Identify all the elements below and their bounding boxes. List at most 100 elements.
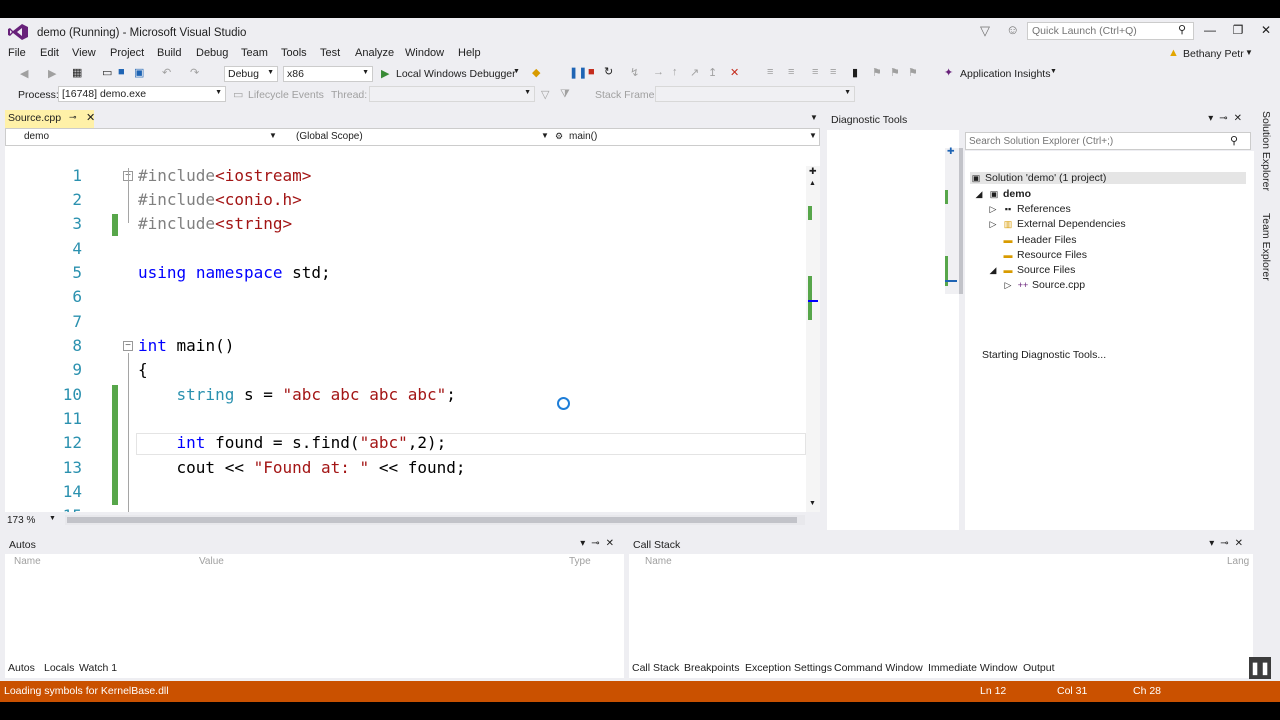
run-to-cursor-icon[interactable]: ↥ <box>708 66 717 79</box>
process-select[interactable]: [16748] demo.exe ▼ <box>58 86 226 102</box>
show-next-statement-icon[interactable]: ↯ <box>630 66 639 79</box>
navigate-back-icon[interactable]: ◀ <box>20 67 28 80</box>
chevron-down-icon[interactable]: ▼ <box>541 131 549 140</box>
expanded-arrow-icon[interactable]: ◢ <box>973 189 985 200</box>
play-icon[interactable]: ▶ <box>381 67 389 80</box>
tab-command-window[interactable]: Command Window <box>834 662 923 674</box>
zoom-level[interactable]: 173 % <box>7 515 35 526</box>
menu-project[interactable]: Project <box>110 47 144 59</box>
scroll-down-icon[interactable]: ▼ <box>809 500 816 507</box>
menu-window[interactable]: Window <box>405 47 444 59</box>
menu-file[interactable]: File <box>8 47 26 59</box>
stop-icon[interactable]: ■ <box>588 66 595 78</box>
tree-item-resource-files[interactable]: ▬ Resource Files <box>1002 249 1088 261</box>
save-icon[interactable]: ■ <box>118 66 125 78</box>
search-icon[interactable]: ⚲ <box>1230 134 1238 147</box>
pane-controls[interactable]: ▾⊸✕ <box>1209 538 1249 549</box>
browse-icon[interactable]: ◆ <box>532 66 540 79</box>
notifications-filter-icon[interactable]: ▽ <box>980 23 990 39</box>
pane-controls[interactable]: ▾⊸✕ <box>1208 113 1248 124</box>
start-debugger-button[interactable]: Local Windows Debugger <box>396 68 516 80</box>
column-header-name[interactable]: Name <box>645 556 672 567</box>
collapse-region-toggle[interactable]: − <box>123 341 133 351</box>
comment-icon[interactable]: ≡ <box>767 66 773 78</box>
tab-immediate-window[interactable]: Immediate Window <box>928 662 1017 674</box>
tab-locals[interactable]: Locals <box>44 662 74 674</box>
tree-item-project-demo[interactable]: ◢ ▣ demo <box>973 188 1031 200</box>
chevron-down-icon[interactable]: ▼ <box>809 131 817 140</box>
column-header-type[interactable]: Type <box>569 556 591 567</box>
tab-source-cpp[interactable]: Source.cpp ⊸ ✕ <box>5 110 95 128</box>
pane-controls[interactable]: ▾⊸✕ <box>580 538 620 549</box>
tab-autos[interactable]: Autos <box>5 660 38 676</box>
tab-breakpoints[interactable]: Breakpoints <box>684 662 739 674</box>
chevron-down-icon[interactable]: ▼ <box>513 68 520 75</box>
step-into-icon[interactable]: → <box>653 66 664 78</box>
application-insights-button[interactable]: Application Insights <box>960 68 1050 80</box>
collapsed-arrow-icon[interactable]: ▷ <box>987 204 999 215</box>
menu-view[interactable]: View <box>72 47 96 59</box>
application-insights-icon[interactable]: ✦ <box>944 66 953 79</box>
outdent-icon[interactable]: ≡ <box>812 66 818 78</box>
tree-item-solution[interactable]: ▣ Solution 'demo' (1 project) <box>970 172 1246 184</box>
code-editor[interactable]: 1 2 3 4 5 6 7 8 9 10 11 12 13 14 15 − − … <box>5 146 820 512</box>
tab-solution-explorer[interactable]: Solution Explorer <box>1260 111 1272 191</box>
next-bookmark-icon[interactable]: ⚑ <box>890 66 900 79</box>
member-dropdown[interactable]: main() <box>569 131 597 142</box>
chevron-down-icon[interactable]: ▼ <box>1050 68 1057 75</box>
tab-team-explorer[interactable]: Team Explorer <box>1260 213 1272 281</box>
indent-icon[interactable]: ≡ <box>830 66 836 78</box>
clear-bookmarks-icon[interactable]: ⚑ <box>908 66 918 79</box>
scrollbar-thumb[interactable] <box>959 148 963 294</box>
tree-item-source-cpp[interactable]: ▷ ++ Source.cpp <box>1002 279 1086 291</box>
lifecycle-events-button[interactable]: Lifecycle Events <box>248 89 324 101</box>
solution-configuration-select[interactable]: Debug ▼ <box>224 66 278 82</box>
undo-icon[interactable]: ↶ <box>162 66 171 79</box>
navigate-forward-icon[interactable]: ▶ <box>48 67 56 80</box>
prev-bookmark-icon[interactable]: ⚑ <box>872 66 882 79</box>
open-file-icon[interactable]: ▭ <box>102 66 112 79</box>
tab-watch-1[interactable]: Watch 1 <box>79 662 117 674</box>
scope-dropdown[interactable]: (Global Scope) <box>296 131 363 142</box>
show-flagged-threads-icon[interactable]: ⧩ <box>560 88 570 101</box>
split-icon[interactable]: ✚ <box>809 166 817 177</box>
scroll-up-icon[interactable]: ▲ <box>809 180 816 187</box>
menu-help[interactable]: Help <box>458 47 481 59</box>
quick-launch-input[interactable] <box>1027 22 1194 40</box>
menu-analyze[interactable]: Analyze <box>355 47 394 59</box>
new-project-icon[interactable]: ▦ <box>72 66 82 79</box>
menu-test[interactable]: Test <box>320 47 340 59</box>
chevron-down-icon[interactable]: ▼ <box>1245 48 1253 57</box>
feedback-icon[interactable]: ☺ <box>1006 22 1019 37</box>
bookmark-icon[interactable]: ▮ <box>852 66 858 79</box>
video-pause-icon[interactable]: ❚❚ <box>1249 657 1271 679</box>
tree-item-source-files[interactable]: ◢ ▬ Source Files <box>987 264 1076 276</box>
chevron-down-icon[interactable]: ▼ <box>269 131 277 140</box>
solution-platform-select[interactable]: x86 ▼ <box>283 66 373 82</box>
column-header-name[interactable]: Name <box>14 556 41 567</box>
collapsed-arrow-icon[interactable]: ▷ <box>987 219 999 230</box>
menu-debug[interactable]: Debug <box>196 47 228 59</box>
collapsed-arrow-icon[interactable]: ▷ <box>1002 280 1014 291</box>
tree-item-references[interactable]: ▷ ▪▪ References <box>987 203 1071 215</box>
close-window-button[interactable]: ✕ <box>1256 23 1276 37</box>
tab-output[interactable]: Output <box>1023 662 1055 674</box>
solution-explorer-search-input[interactable] <box>965 132 1251 150</box>
restore-button[interactable]: ❐ <box>1228 23 1248 37</box>
menu-build[interactable]: Build <box>157 47 181 59</box>
expand-icon[interactable]: ✚ <box>947 146 955 157</box>
expanded-arrow-icon[interactable]: ◢ <box>987 265 999 276</box>
tab-exception-settings[interactable]: Exception Settings <box>745 662 832 674</box>
stack-frame-select[interactable]: ▼ <box>655 86 855 102</box>
tree-item-header-files[interactable]: ▬ Header Files <box>1002 234 1077 246</box>
pause-icon[interactable]: ❚❚ <box>569 66 587 79</box>
column-header-language[interactable]: Lang <box>1227 556 1249 567</box>
search-icon[interactable]: ⚲ <box>1178 23 1186 36</box>
thread-select[interactable]: ▼ <box>369 86 535 102</box>
menu-tools[interactable]: Tools <box>281 47 307 59</box>
menu-edit[interactable]: Edit <box>40 47 59 59</box>
scrollbar-thumb[interactable] <box>67 517 797 523</box>
breakpoints-icon[interactable]: ✕ <box>730 66 739 79</box>
step-over-icon[interactable]: ↑ <box>672 66 678 78</box>
horizontal-scrollbar[interactable] <box>65 515 805 525</box>
